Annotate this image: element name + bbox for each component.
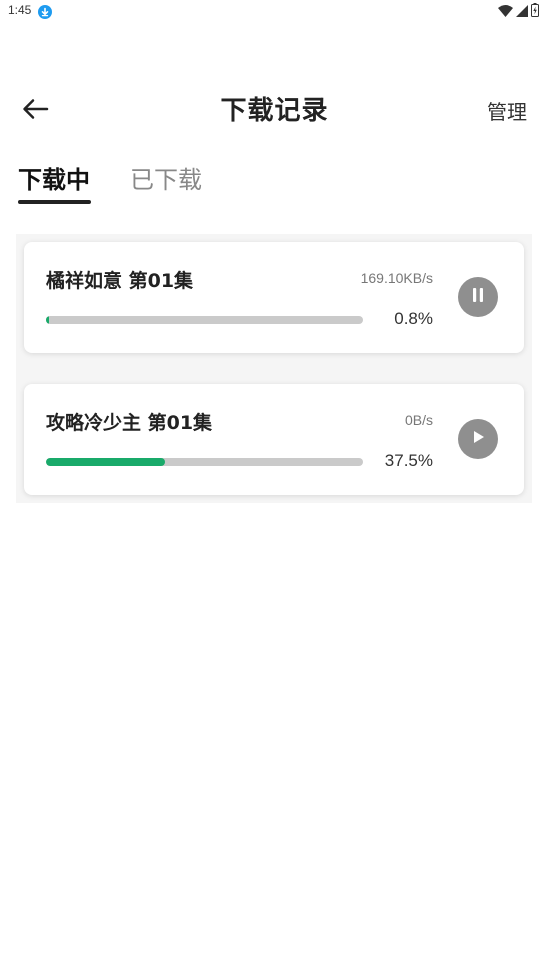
status-icons [498,2,539,21]
download-percent: 37.5% [384,451,433,470]
download-speed: 0B/s [404,412,433,428]
battery-icon [531,2,539,21]
download-title: 橘祥如意 第01集 [46,270,194,292]
status-bar: 1:45 [0,0,549,24]
download-progress-bar [46,316,363,324]
download-progress-fill [46,316,49,324]
download-list: 橘祥如意 第01集 169.10KB/s 0.8% 攻略冷少主 第01集 0B/… [16,234,532,503]
download-percent: 0.8% [394,309,433,328]
download-speed: 169.10KB/s [360,270,433,286]
download-notification-icon [38,4,52,19]
play-button[interactable] [458,419,498,459]
active-tab-indicator [18,200,91,204]
status-time: 1:45 [8,3,32,17]
manage-button[interactable]: 管理 [487,96,527,125]
download-progress-fill [46,458,165,466]
pause-button[interactable] [458,277,498,317]
download-progress-bar [46,458,363,466]
download-item[interactable]: 攻略冷少主 第01集 0B/s 37.5% [24,384,524,495]
tab-downloaded[interactable]: 已下载 [130,160,202,195]
wifi-icon [498,2,513,21]
tab-downloaded-label: 已下载 [130,166,202,194]
page-title: 下载记录 [220,96,329,126]
pause-icon [471,287,485,307]
tab-downloading[interactable]: 下载中 [18,160,90,195]
app-header: 下载记录 管理 [0,80,549,136]
download-title: 攻略冷少主 第01集 [46,412,213,434]
play-icon [471,429,485,449]
signal-icon [516,2,528,21]
download-item[interactable]: 橘祥如意 第01集 169.10KB/s 0.8% [24,242,524,353]
tab-downloading-label: 下载中 [18,166,90,194]
